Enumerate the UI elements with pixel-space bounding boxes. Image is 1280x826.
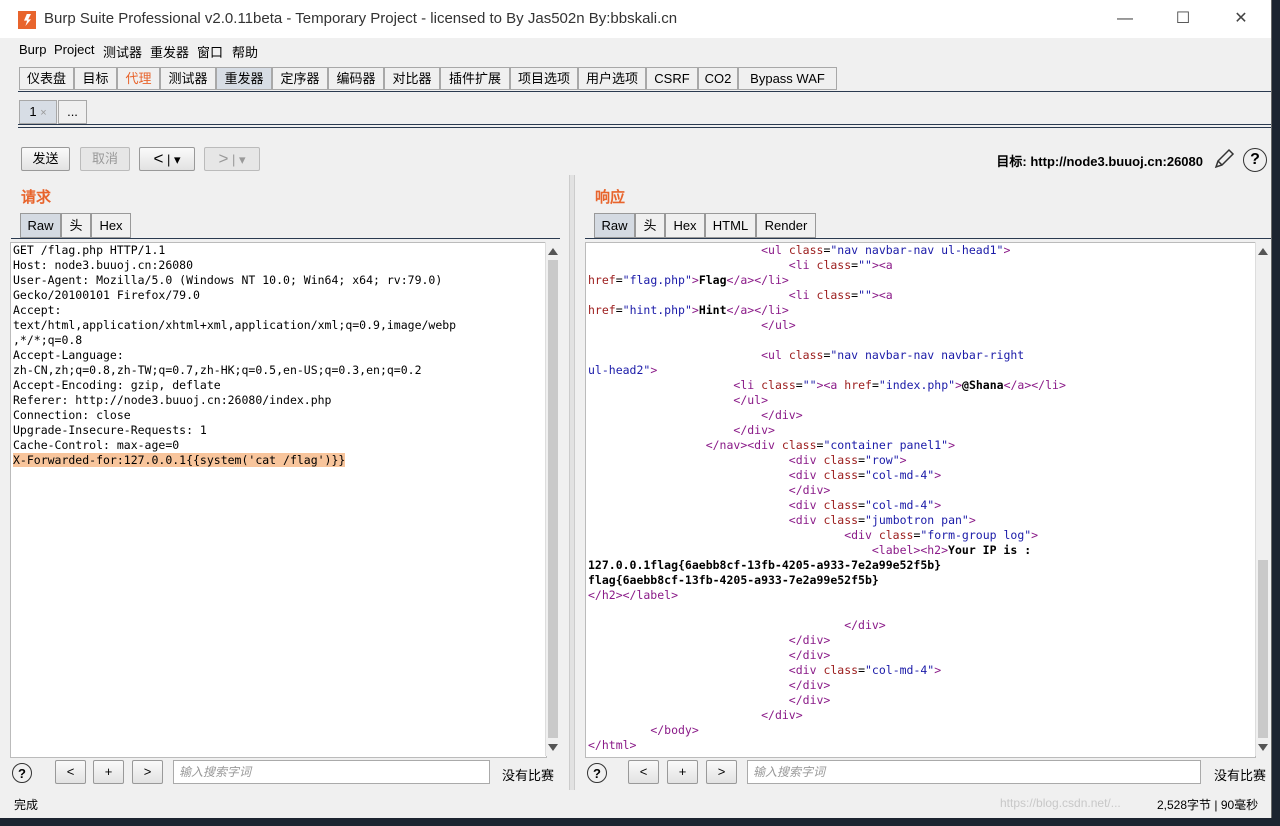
request-line: text/html,application/xhtml+xml,applicat… (13, 318, 457, 332)
dropdown-icon: ▾ (239, 152, 246, 167)
window-title: Burp Suite Professional v2.0.11beta - Te… (44, 10, 678, 27)
request-line: Connection: close (13, 408, 131, 422)
request-tab-hex[interactable]: Hex (91, 213, 131, 238)
watermark: https://blog.csdn.net/... (1000, 796, 1121, 810)
menu-help[interactable]: 帮助 (232, 42, 258, 61)
request-line: ,*/*;q=0.8 (13, 333, 83, 347)
scroll-down-icon[interactable] (548, 744, 558, 751)
tab-comparer[interactable]: 对比器 (384, 67, 440, 90)
request-search-add-button[interactable]: + (93, 760, 124, 784)
response-tab-headers[interactable]: 头 (635, 213, 665, 238)
response-search-add-button[interactable]: + (667, 760, 698, 784)
response-editor[interactable]: <ul class="nav navbar-nav ul-head1"> <li… (585, 242, 1256, 758)
burp-window: Burp Suite Professional v2.0.11beta - Te… (0, 0, 1272, 818)
tab-user-options[interactable]: 用户选项 (578, 67, 646, 90)
request-line: User-Agent: Mozilla/5.0 (Windows NT 10.0… (13, 273, 443, 287)
menu-intruder[interactable]: 测试器 (103, 42, 142, 61)
menu-bar: Burp Project 测试器 重发器 窗口 帮助 (0, 40, 1271, 62)
request-line: Gecko/20100101 Firefox/79.0 (13, 288, 200, 302)
forward-arrow-icon: > (218, 149, 229, 168)
minimize-button[interactable]: — (1096, 0, 1154, 38)
tab-repeater[interactable]: 重发器 (216, 67, 272, 90)
request-line: zh-CN,zh;q=0.8,zh-TW;q=0.7,zh-HK;q=0.5,e… (13, 363, 422, 377)
back-button[interactable]: < | ▾ (139, 147, 195, 171)
tab-co2[interactable]: CO2 (698, 67, 738, 90)
status-text: 完成 (14, 798, 39, 812)
divider (18, 91, 1271, 92)
scroll-down-icon[interactable] (1258, 744, 1268, 751)
target-label: 目标: http://node3.buuoj.cn:26080 (996, 154, 1203, 169)
request-line: Referer: http://node3.buuoj.cn:26080/ind… (13, 393, 332, 407)
divider (585, 238, 1271, 239)
repeater-tab-new[interactable]: ... (58, 100, 87, 124)
title-bar: Burp Suite Professional v2.0.11beta - Te… (0, 0, 1271, 38)
request-search-next-button[interactable]: > (132, 760, 163, 784)
tab-target[interactable]: 目标 (74, 67, 117, 90)
divider (18, 127, 1271, 128)
request-help-icon[interactable]: ? (12, 763, 32, 783)
request-line: GET /flag.php HTTP/1.1 (13, 243, 166, 257)
edit-target-icon[interactable] (1212, 147, 1236, 171)
request-scrollbar[interactable] (545, 242, 560, 756)
split-pane-divider[interactable] (569, 175, 575, 790)
request-search-prev-button[interactable]: < (55, 760, 86, 784)
scroll-thumb[interactable] (1258, 560, 1268, 738)
repeater-tab-label: 1 (29, 104, 37, 119)
menu-project[interactable]: Project (54, 42, 94, 57)
menu-burp[interactable]: Burp (19, 42, 46, 57)
tab-sequencer[interactable]: 定序器 (272, 67, 328, 90)
response-tab-hex[interactable]: Hex (665, 213, 705, 238)
request-line: Host: node3.buuoj.cn:26080 (13, 258, 194, 272)
divider (11, 238, 560, 239)
response-scrollbar[interactable] (1255, 242, 1270, 756)
divider (18, 124, 1271, 125)
response-search-prev-button[interactable]: < (628, 760, 659, 784)
back-arrow-icon: < (153, 149, 164, 168)
burp-logo-icon (18, 11, 36, 29)
tab-project-options[interactable]: 项目选项 (510, 67, 578, 90)
tab-bypass-waf[interactable]: Bypass WAF (738, 67, 837, 90)
scroll-up-icon[interactable] (1258, 248, 1268, 255)
response-search-next-button[interactable]: > (706, 760, 737, 784)
dropdown-icon: ▾ (174, 152, 181, 167)
response-title: 响应 (595, 189, 626, 206)
tab-csrf[interactable]: CSRF (646, 67, 698, 90)
tab-decoder[interactable]: 编码器 (328, 67, 384, 90)
response-tab-html[interactable]: HTML (705, 213, 756, 238)
cancel-button[interactable]: 取消 (80, 147, 130, 171)
close-button[interactable]: ✕ (1212, 0, 1270, 38)
response-help-icon[interactable]: ? (587, 763, 607, 783)
response-search-input[interactable]: 输入搜索字词 (747, 760, 1201, 784)
help-icon[interactable]: ? (1243, 148, 1267, 172)
send-button[interactable]: 发送 (21, 147, 70, 171)
tab-intruder[interactable]: 测试器 (160, 67, 216, 90)
request-editor[interactable]: GET /flag.php HTTP/1.1 Host: node3.buuoj… (10, 242, 547, 758)
scroll-thumb[interactable] (548, 260, 558, 738)
response-size-time: 2,528字节 | 90毫秒 (1157, 798, 1259, 812)
highlighted-payload-line: X-Forwarded-for:127.0.0.1{{system('cat /… (13, 453, 346, 467)
response-tab-render[interactable]: Render (756, 213, 816, 238)
request-title: 请求 (21, 189, 52, 206)
request-search-input[interactable]: 输入搜索字词 (173, 760, 490, 784)
tab-proxy[interactable]: 代理 (117, 67, 160, 90)
request-tab-raw[interactable]: Raw (20, 213, 61, 238)
request-line: Accept-Encoding: gzip, deflate (13, 378, 221, 392)
request-line: Accept-Language: (13, 348, 124, 362)
menu-repeater[interactable]: 重发器 (150, 42, 189, 61)
tab-extender[interactable]: 插件扩展 (440, 67, 510, 90)
close-tab-icon[interactable]: × (40, 107, 46, 119)
maximize-button[interactable]: ☐ (1154, 0, 1212, 38)
forward-button[interactable]: > | ▾ (204, 147, 260, 171)
request-line: Cache-Control: max-age=0 (13, 438, 180, 452)
response-tab-raw[interactable]: Raw (594, 213, 635, 238)
request-match-count: 没有比赛 (502, 768, 555, 783)
repeater-tab-1[interactable]: 1 × (19, 100, 57, 124)
scroll-up-icon[interactable] (548, 248, 558, 255)
response-match-count: 没有比赛 (1214, 768, 1267, 783)
request-line: Accept: (13, 303, 62, 317)
menu-window[interactable]: 窗口 (197, 42, 223, 61)
request-tab-headers[interactable]: 头 (61, 213, 91, 238)
request-line: Upgrade-Insecure-Requests: 1 (13, 423, 207, 437)
tab-dashboard[interactable]: 仪表盘 (19, 67, 74, 90)
